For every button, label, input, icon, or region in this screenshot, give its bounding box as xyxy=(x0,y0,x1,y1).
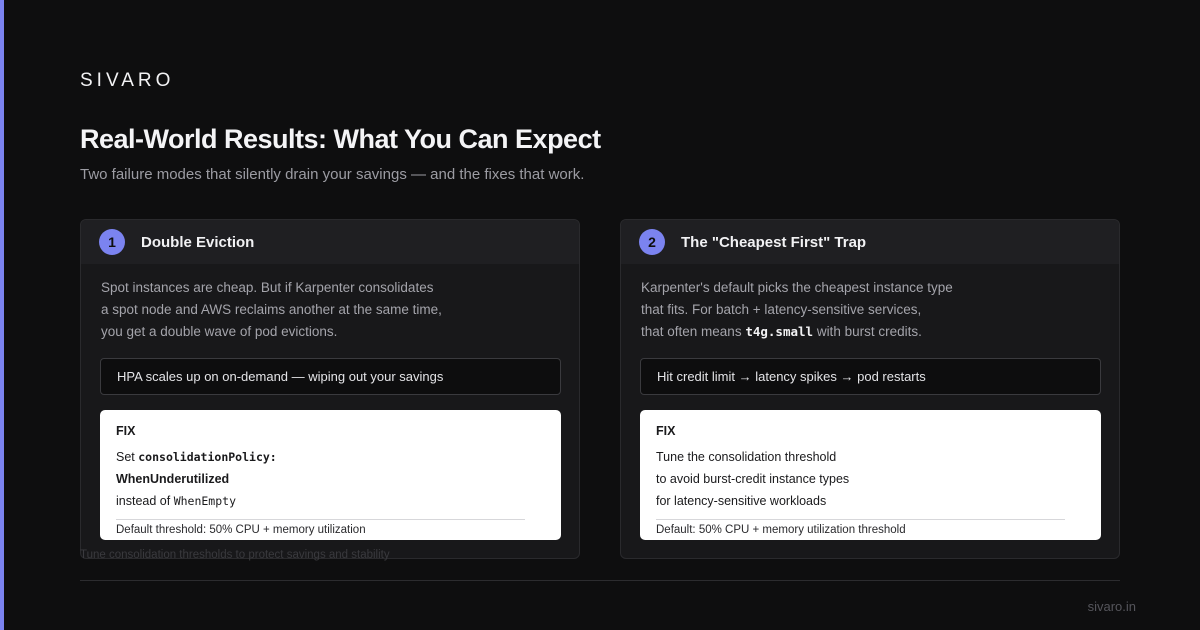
card-cheapest-first-trap: 2 The "Cheapest First" Trap Karpenter's … xyxy=(620,219,1120,559)
card-number-badge: 1 xyxy=(99,229,125,255)
page-subtitle: Two failure modes that silently drain yo… xyxy=(80,166,585,183)
footnote: Tune consolidation thresholds to protect… xyxy=(80,549,390,561)
fix-line: Tune the consolidation threshold xyxy=(656,450,837,464)
brand-logo: SIVARO xyxy=(80,70,175,91)
fix-line: Set consolidationPolicy: xyxy=(116,446,545,468)
fix-line: instead of WhenEmpty xyxy=(116,490,545,512)
warning-box: Hit credit limit → latency spikes → pod … xyxy=(640,358,1101,395)
desc-text: with burst credits. xyxy=(813,324,922,339)
fix-line: to avoid burst-credit instance types xyxy=(656,472,850,486)
fix-code: consolidationPolicy: xyxy=(138,450,277,464)
fix-footer: Default threshold: 50% CPU + memory util… xyxy=(116,524,366,536)
desc-line: Karpenter's default picks the cheapest i… xyxy=(641,280,953,295)
card-description: Spot instances are cheap. But if Karpent… xyxy=(101,277,442,343)
desc-line: that often means t4g.small with burst cr… xyxy=(641,321,953,343)
card-number-badge: 2 xyxy=(639,229,665,255)
desc-line: Spot instances are cheap. But if Karpent… xyxy=(101,280,434,295)
desc-line: a spot node and AWS reclaims another at … xyxy=(101,302,442,317)
desc-line: that fits. For batch + latency-sensitive… xyxy=(641,302,922,317)
card-double-eviction: 1 Double Eviction Spot instances are che… xyxy=(80,219,580,559)
fix-text: Set xyxy=(116,450,139,464)
desc-code: t4g.small xyxy=(745,324,814,339)
divider xyxy=(80,580,1120,581)
fix-box: FIX Set consolidationPolicy: WhenUnderut… xyxy=(100,410,561,540)
page-title: Real-World Results: What You Can Expect xyxy=(80,124,601,154)
fix-code: WhenEmpty xyxy=(173,494,236,508)
card-description: Karpenter's default picks the cheapest i… xyxy=(641,277,953,343)
warning-box: HPA scales up on on-demand — wiping out … xyxy=(100,358,561,395)
fix-label: FIX xyxy=(656,424,676,438)
card-title: The "Cheapest First" Trap xyxy=(681,233,867,251)
fix-divider xyxy=(116,519,525,520)
desc-line: you get a double wave of pod evictions. xyxy=(101,324,338,339)
fix-label: FIX xyxy=(116,424,136,438)
desc-text: that often means xyxy=(641,324,746,339)
accent-bar xyxy=(0,0,4,630)
card-header: 2 The "Cheapest First" Trap xyxy=(621,220,1119,264)
card-header: 1 Double Eviction xyxy=(81,220,579,264)
fix-text: instead of xyxy=(116,494,174,508)
fix-divider xyxy=(656,519,1065,520)
fix-footer: Default: 50% CPU + memory utilization th… xyxy=(656,524,906,536)
site-url: sivaro.in xyxy=(1087,599,1136,614)
fix-box: FIX Tune the consolidation threshold to … xyxy=(640,410,1101,540)
fix-line: WhenUnderutilized xyxy=(116,472,230,486)
fix-line: for latency-sensitive workloads xyxy=(656,494,827,508)
card-title: Double Eviction xyxy=(141,233,255,251)
